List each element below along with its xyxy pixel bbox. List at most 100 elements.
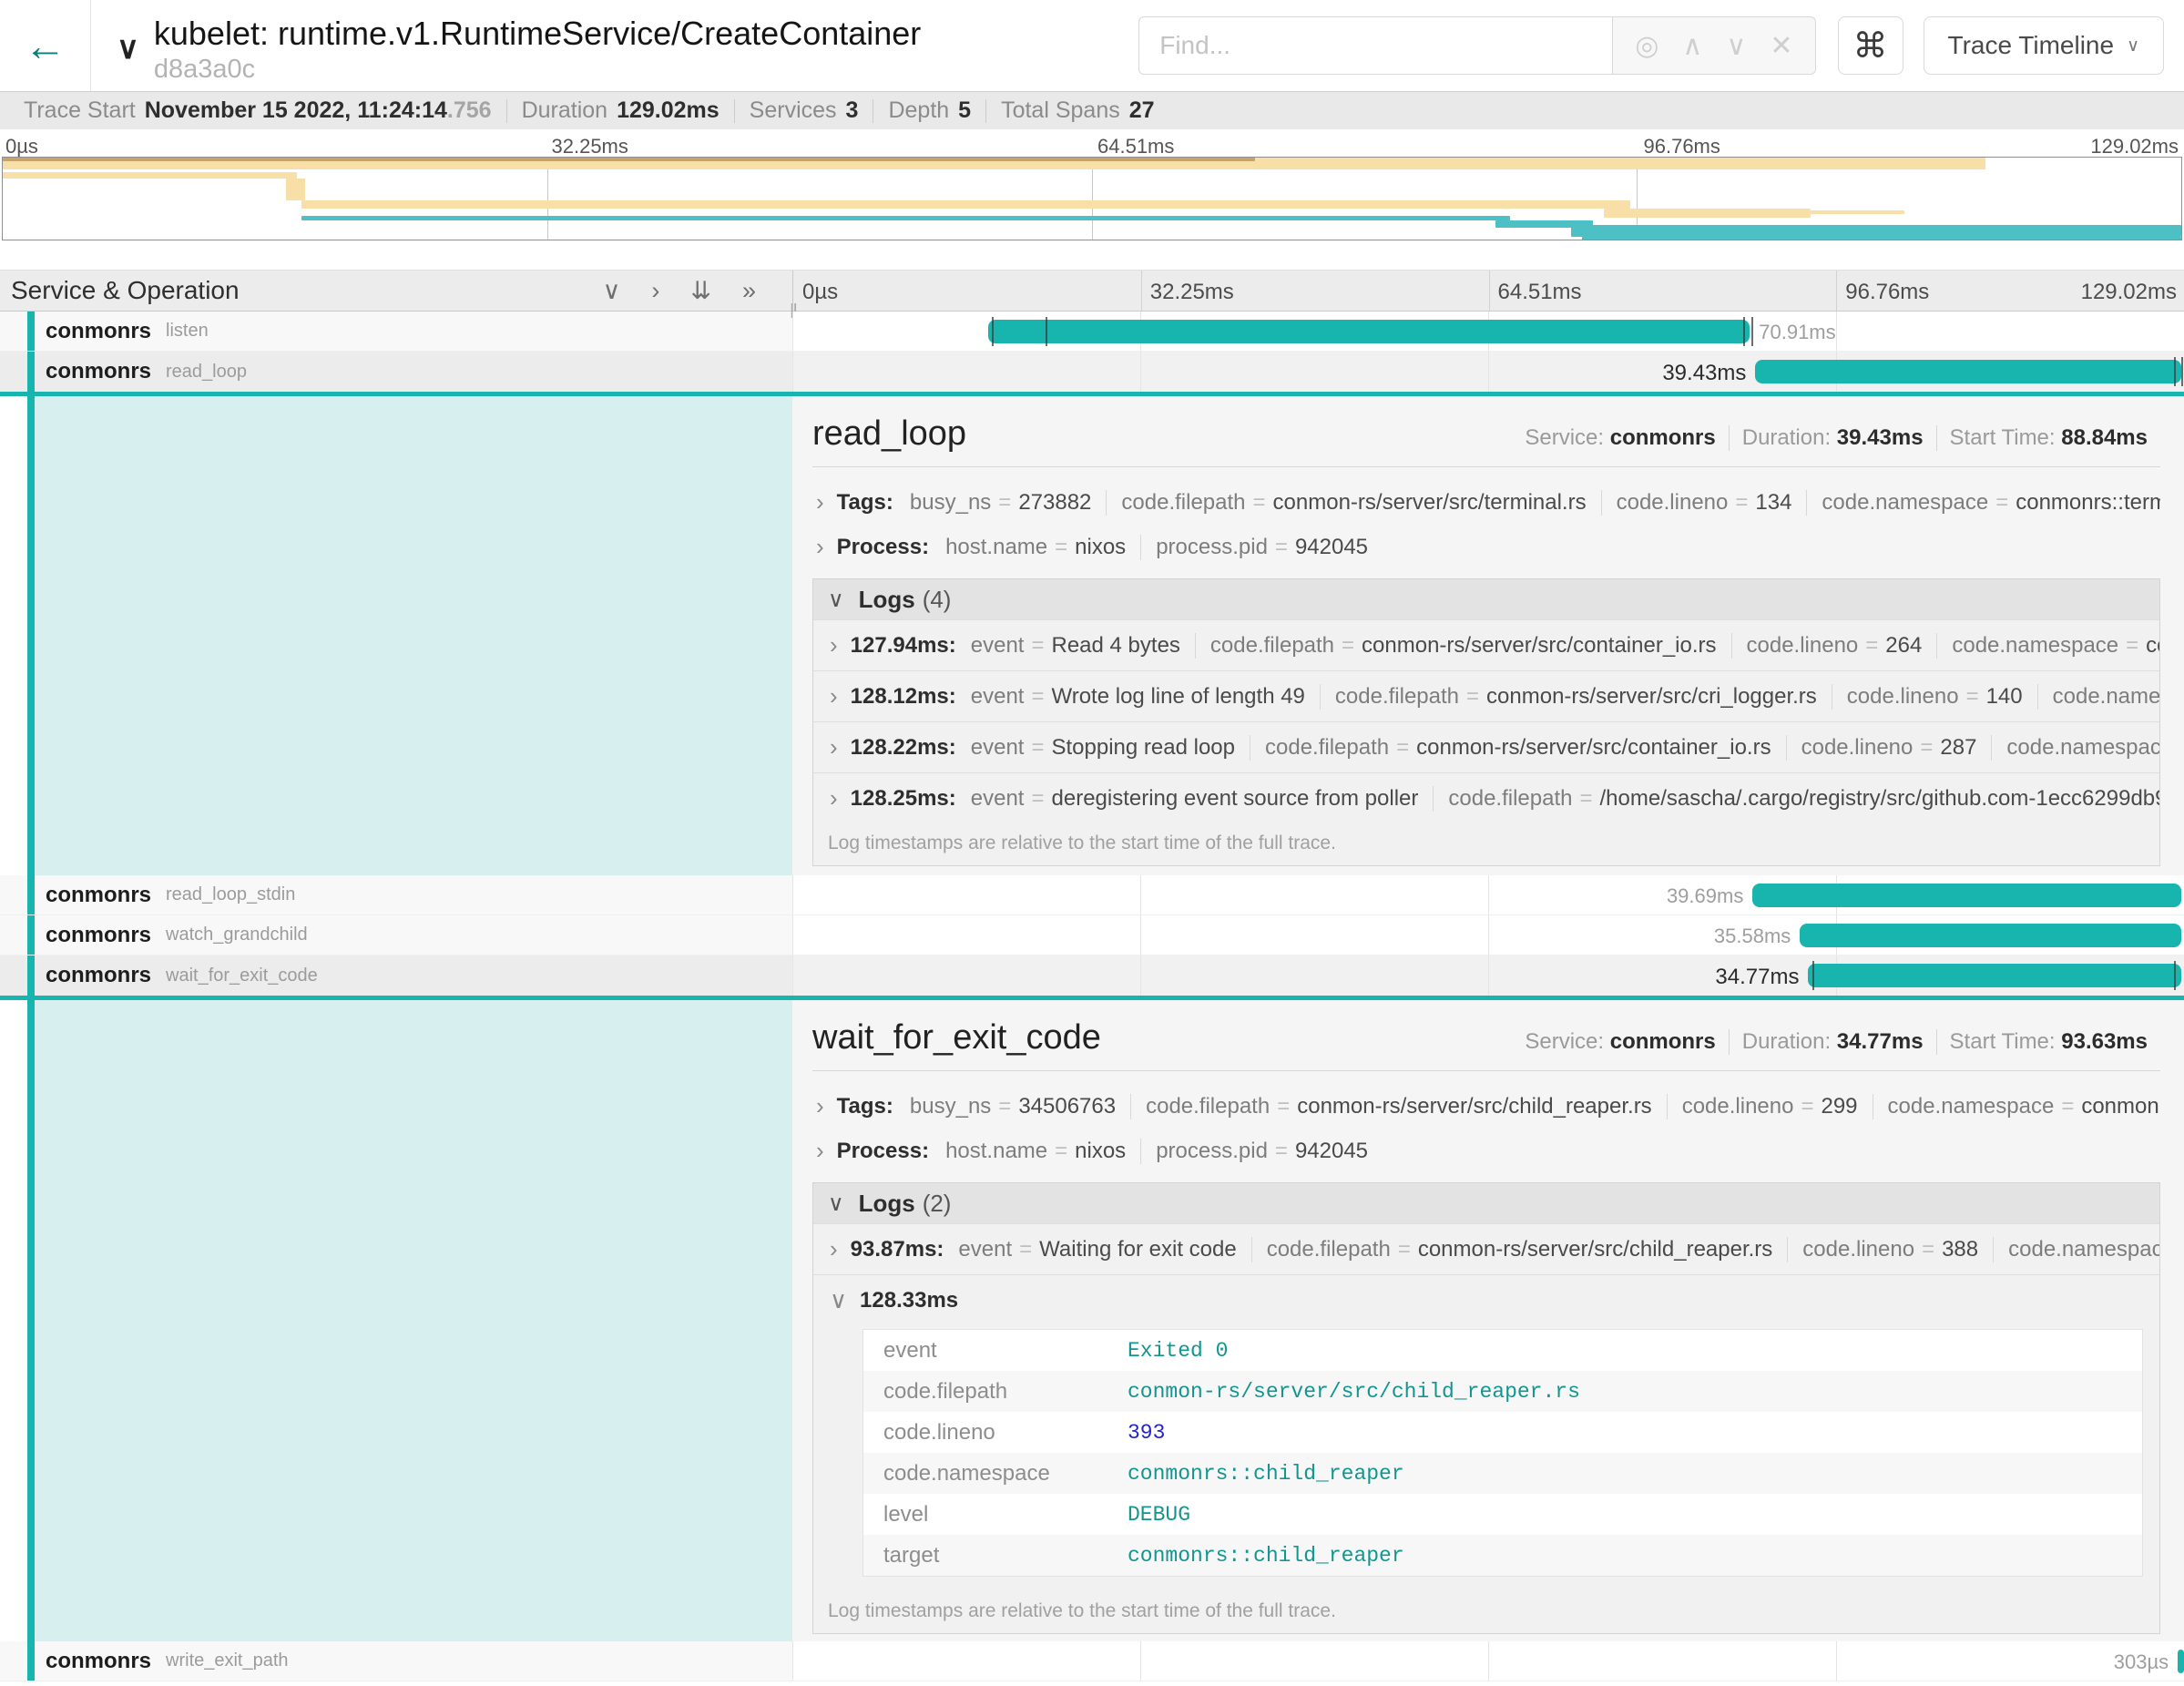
process-label: Process: bbox=[837, 1139, 929, 1164]
page-header: ← ∨ kubelet: runtime.v1.RuntimeService/C… bbox=[0, 0, 2184, 91]
summary-item: Services3 bbox=[734, 99, 873, 123]
axis-gridline bbox=[1836, 271, 1837, 311]
span-name-cell[interactable]: conmonrswrite_exit_path bbox=[0, 1641, 792, 1681]
collapse-all-icon[interactable]: ⇊ bbox=[690, 277, 711, 305]
summary-item: Duration129.02ms bbox=[506, 99, 734, 123]
kv-field: process.pid=942045 bbox=[1140, 1139, 1383, 1164]
kv-field: code.namespace=conmonrs::child_reap… bbox=[1873, 1094, 2160, 1119]
span-name-cell[interactable]: conmonrswait_for_exit_code bbox=[0, 955, 792, 996]
span-bar[interactable] bbox=[1752, 884, 2181, 907]
kv-field: code.filepath=conmon-rs/server/src/cri_l… bbox=[1320, 684, 1832, 710]
kv-field: code.lineno=388 bbox=[1787, 1237, 1993, 1262]
operation-name: wait_for_exit_code bbox=[166, 966, 318, 986]
view-selector-label: Trace Timeline bbox=[1948, 31, 2115, 60]
span-id-row: SpanID: 5faf48165428c37a bbox=[812, 866, 2160, 875]
kv-field: busy_ns=273882 bbox=[910, 490, 1107, 516]
span-timeline-cell[interactable]: 39.69ms bbox=[792, 875, 2184, 915]
minimap-gridline bbox=[1092, 158, 1093, 240]
chevron-right-icon: › bbox=[830, 631, 838, 659]
service-name: conmonrs bbox=[46, 359, 151, 384]
span-name-cell[interactable]: conmonrsread_loop bbox=[0, 352, 792, 392]
span-timeline-cell[interactable]: 34.77ms bbox=[792, 955, 2184, 996]
span-duration-label: 39.69ms bbox=[1667, 884, 1743, 908]
span-bar[interactable] bbox=[988, 320, 1750, 343]
log-entry[interactable]: ›127.94ms:event=Read 4 bytescode.filepat… bbox=[813, 619, 2159, 670]
span-row-listen[interactable]: conmonrslisten70.91ms bbox=[0, 312, 2184, 352]
logs-header[interactable]: ∨ Logs(2) bbox=[813, 1183, 2159, 1223]
trace-expander-icon[interactable]: ∨ bbox=[117, 30, 139, 66]
kv-field: process.pid=942045 bbox=[1140, 535, 1383, 560]
kv-field: code.lineno=299 bbox=[1667, 1094, 1873, 1119]
span-bar[interactable] bbox=[1808, 964, 2181, 987]
span-timeline-cell[interactable]: 39.43ms bbox=[792, 352, 2184, 392]
find-clear-icon[interactable]: ✕ bbox=[1770, 30, 1792, 62]
back-button[interactable]: ← bbox=[0, 0, 91, 91]
kv-field: code.namespace=co… bbox=[2037, 684, 2159, 710]
log-entry[interactable]: ›128.12ms:event=Wrote log line of length… bbox=[813, 670, 2159, 721]
find-group: ◎ ∧ ∨ ✕ bbox=[1138, 16, 1815, 75]
span-row-read_loop[interactable]: conmonrsread_loop 39.43ms bbox=[0, 352, 2184, 396]
process-row[interactable]: › Process: host.name=nixosprocess.pid=94… bbox=[812, 1129, 2160, 1173]
tags-row[interactable]: › Tags: busy_ns=34506763code.filepath=co… bbox=[812, 1084, 2160, 1129]
kv-field: code.lineno=134 bbox=[1601, 490, 1807, 516]
logs-header[interactable]: ∨ Logs(4) bbox=[813, 579, 2159, 619]
view-selector-dropdown[interactable]: Trace Timeline ∨ bbox=[1924, 16, 2165, 75]
service-name: conmonrs bbox=[46, 883, 151, 908]
service-operation-header: Service & Operation bbox=[11, 276, 240, 305]
span-timeline-cell[interactable]: 35.58ms bbox=[792, 915, 2184, 955]
keyboard-shortcuts-button[interactable]: ⌘ bbox=[1838, 16, 1903, 75]
expand-one-icon[interactable]: › bbox=[651, 277, 659, 305]
process-fields: host.name=nixosprocess.pid=942045 bbox=[945, 1139, 1383, 1164]
log-timestamp: 128.25ms: bbox=[851, 786, 956, 812]
tags-row[interactable]: › Tags: busy_ns=273882code.filepath=conm… bbox=[812, 480, 2160, 525]
expand-all-icon[interactable]: » bbox=[742, 277, 756, 305]
process-row[interactable]: › Process: host.name=nixosprocess.pid=94… bbox=[812, 525, 2160, 569]
span-detail-indent bbox=[0, 396, 792, 875]
summary-label: Duration bbox=[522, 97, 608, 124]
span-id-row: SpanID: 4a947cfd1ce59537 bbox=[812, 1634, 2160, 1641]
span-duration-label: 303µs bbox=[2114, 1650, 2169, 1674]
log-entry[interactable]: ›93.87ms:event=Waiting for exit codecode… bbox=[813, 1223, 2159, 1274]
service-label: Service: bbox=[1525, 425, 1604, 450]
find-focus-icon[interactable]: ◎ bbox=[1635, 30, 1658, 62]
span-name-cell[interactable]: conmonrswatch_grandchild bbox=[0, 915, 792, 955]
row-collapse-controls: ∨ › ⇊ » bbox=[603, 277, 756, 305]
axis-tick-label: 96.76ms bbox=[1845, 280, 1929, 305]
span-detail-title: wait_for_exit_code bbox=[812, 1018, 1101, 1058]
log-entry[interactable]: ›128.25ms:event=deregistering event sour… bbox=[813, 772, 2159, 823]
span-row-wait_for_exit_code[interactable]: conmonrswait_for_exit_code 34.77ms bbox=[0, 955, 2184, 1000]
span-detail-panel-read_loop: read_loop Service: conmonrs Duration: 39… bbox=[0, 396, 2184, 875]
summary-item: Trace StartNovember 15 2022, 11:24:14.75… bbox=[9, 99, 506, 123]
service-name: conmonrs bbox=[46, 1649, 151, 1674]
trace-view: ← ∨ kubelet: runtime.v1.RuntimeService/C… bbox=[0, 0, 2184, 1686]
find-input[interactable] bbox=[1138, 16, 1612, 75]
find-next-icon[interactable]: ∨ bbox=[1726, 30, 1746, 62]
kv-field: code.namespace=conmonrs::terminal bbox=[1806, 490, 2160, 516]
span-bar[interactable] bbox=[1755, 360, 2181, 383]
minimap-span-bar bbox=[3, 158, 1255, 161]
minimap-span-bar bbox=[1604, 209, 1811, 218]
kv-field: event=Wrote log line of length 49 bbox=[971, 684, 1320, 710]
span-row-watch_grandchild[interactable]: conmonrswatch_grandchild35.58ms bbox=[0, 915, 2184, 955]
tags-label: Tags: bbox=[837, 490, 893, 516]
find-prev-icon[interactable]: ∧ bbox=[1682, 30, 1702, 62]
summary-value-muted: .756 bbox=[447, 97, 492, 124]
minimap-canvas[interactable] bbox=[2, 157, 2182, 240]
span-duration-label: 34.77ms bbox=[1715, 965, 1799, 990]
log-entry-expanded[interactable]: ∨128.33mseventExited 0code.filepathconmo… bbox=[813, 1274, 2159, 1577]
chevron-down-icon: ∨ bbox=[828, 1190, 844, 1217]
span-bar[interactable] bbox=[1800, 924, 2181, 947]
span-row-read_loop_stdin[interactable]: conmonrsread_loop_stdin 39.69ms bbox=[0, 875, 2184, 915]
span-duration-label: 39.43ms bbox=[1662, 361, 1746, 386]
span-timeline-cell[interactable]: 70.91ms bbox=[792, 312, 2184, 352]
log-entry[interactable]: ›128.22ms:event=Stopping read loopcode.f… bbox=[813, 721, 2159, 772]
span-row-write_exit_path[interactable]: conmonrswrite_exit_path 303µs bbox=[0, 1641, 2184, 1681]
span-name-cell[interactable]: conmonrsread_loop_stdin bbox=[0, 875, 792, 915]
span-bar[interactable] bbox=[2178, 1650, 2184, 1673]
minimap-gridline bbox=[547, 158, 548, 240]
span-name-cell[interactable]: conmonrslisten bbox=[0, 312, 792, 352]
tags-fields: busy_ns=273882code.filepath=conmon-rs/se… bbox=[910, 490, 2160, 516]
span-timeline-cell[interactable]: 303µs bbox=[792, 1641, 2184, 1681]
command-icon: ⌘ bbox=[1853, 26, 1888, 66]
collapse-one-icon[interactable]: ∨ bbox=[603, 277, 621, 305]
